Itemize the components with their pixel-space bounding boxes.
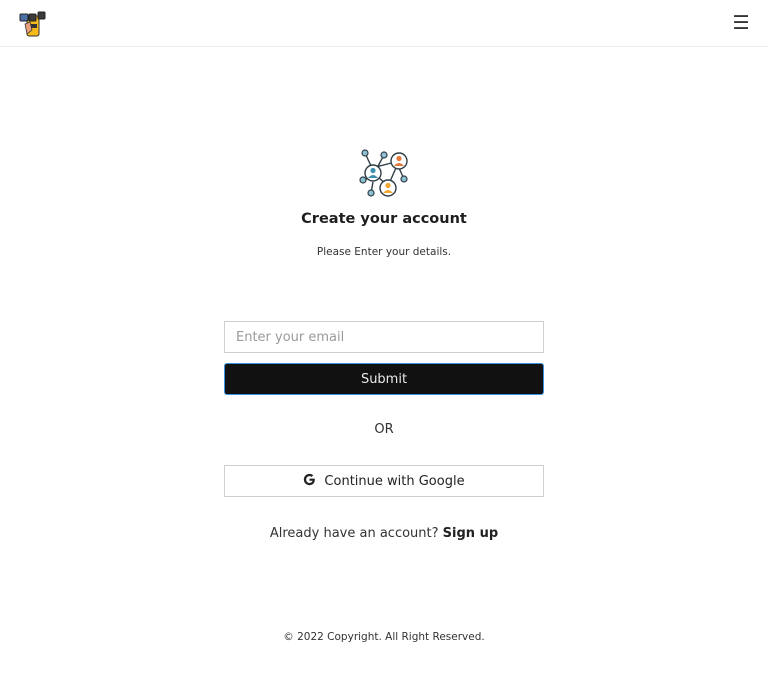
submit-button[interactable]: Submit: [224, 363, 544, 395]
google-button-label: Continue with Google: [324, 473, 465, 489]
sign-up-link[interactable]: Sign up: [443, 526, 498, 541]
continue-with-google-button[interactable]: Continue with Google: [224, 465, 544, 497]
google-g-icon: [303, 473, 316, 490]
page-subtitle: Please Enter your details.: [316, 246, 452, 258]
page-title: Create your account: [301, 211, 467, 227]
hamburger-menu-icon[interactable]: ☰: [729, 11, 753, 35]
footer-copyright: © 2022 Copyright. All Right Reserved.: [283, 631, 485, 643]
network-people-icon: [357, 148, 411, 202]
signup-prompt: Already have an account? Sign up: [0, 526, 768, 541]
or-divider: OR: [374, 422, 394, 437]
email-input[interactable]: [224, 321, 544, 353]
app-logo-icon[interactable]: [18, 10, 48, 38]
top-navbar: ☰: [0, 0, 768, 47]
signup-prompt-text: Already have an account?: [269, 526, 439, 541]
